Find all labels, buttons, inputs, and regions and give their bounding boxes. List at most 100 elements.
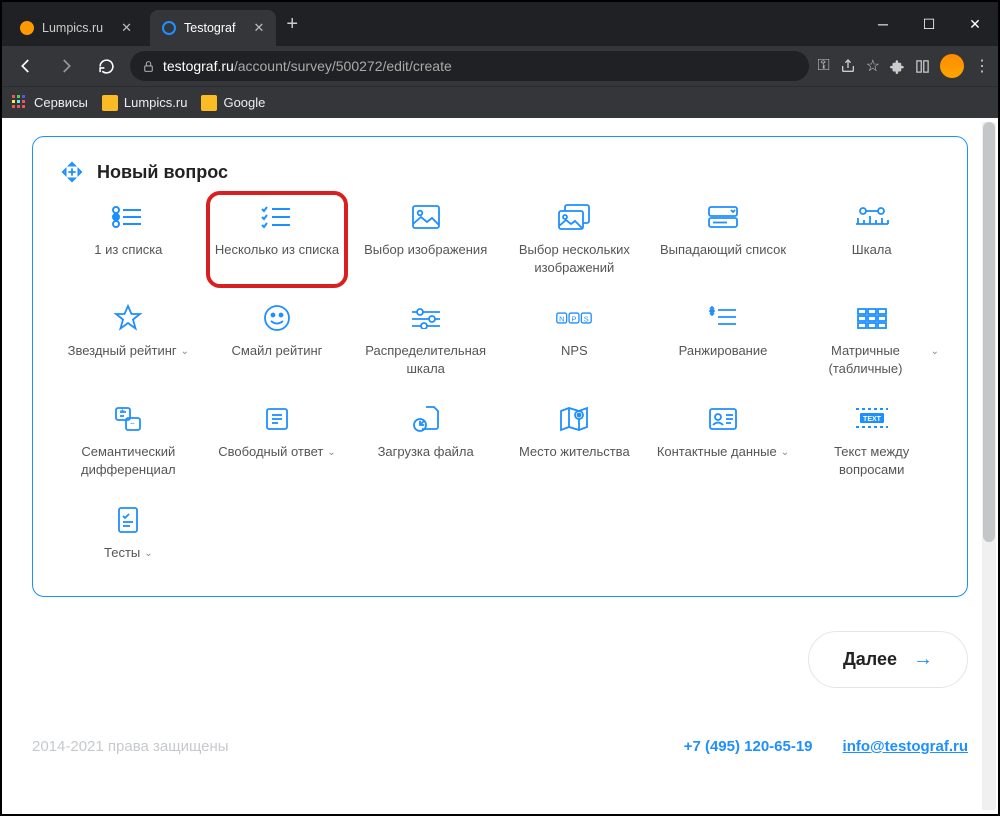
tests-icon [110, 506, 146, 534]
qtype-single-list[interactable]: 1 из списка [61, 203, 196, 276]
qtype-upload[interactable]: Загрузка файла [358, 405, 493, 478]
qtype-label: Свободный ответ [218, 443, 323, 461]
new-tab-button[interactable]: + [276, 9, 308, 40]
qtype-matrix[interactable]: Матричные (табличные)⌄ [804, 304, 939, 377]
qtype-label: Контактные данные [657, 443, 777, 461]
bookmark-label: Lumpics.ru [124, 95, 188, 110]
close-icon[interactable]: ✕ [121, 20, 132, 36]
star-icon[interactable]: ☆ [866, 56, 880, 76]
smile-icon [259, 304, 295, 332]
footer-phone[interactable]: +7 (495) 120-65-19 [684, 738, 813, 755]
favicon-lumpics [20, 21, 34, 35]
url-path: /account/survey/500272/edit/create [234, 58, 452, 74]
qtype-label: Звездный рейтинг [68, 342, 177, 360]
qtype-ranking[interactable]: Ранжирование [656, 304, 791, 377]
qtype-label: Выпадающий список [660, 241, 786, 259]
qtype-label: Распределительная шкала [358, 342, 493, 377]
bookmark-services[interactable]: Сервисы [12, 95, 88, 111]
check-list-icon [259, 203, 295, 231]
scrollbar[interactable] [982, 122, 996, 810]
svg-text:−: − [130, 419, 135, 428]
qtype-contact[interactable]: Контактные данные ⌄ [656, 405, 791, 478]
bookmark-lumpics[interactable]: Lumpics.ru [102, 95, 188, 111]
qtype-scale[interactable]: Шкала [804, 203, 939, 276]
matrix-icon [854, 304, 890, 332]
profile-avatar[interactable] [940, 54, 964, 78]
free-text-icon [259, 405, 295, 433]
bookmark-label: Google [223, 95, 265, 110]
lock-icon [142, 60, 155, 73]
sliders-icon [408, 304, 444, 332]
window-controls: ─ ☐ ✕ [860, 2, 998, 46]
close-icon[interactable]: ✕ [253, 20, 264, 36]
star-icon [110, 304, 146, 332]
qtype-residence[interactable]: Место жительства [507, 405, 642, 478]
titlebar: Lumpics.ru ✕ Testograf ✕ + ─ ☐ ✕ [2, 2, 998, 46]
qtype-label: Семантический дифференциал [61, 443, 196, 478]
apps-icon [12, 95, 28, 111]
qtype-multi-image[interactable]: Выбор нескольких изображений [507, 203, 642, 276]
scrollbar-thumb[interactable] [983, 122, 995, 542]
extensions-icon[interactable] [890, 59, 905, 74]
footer-email[interactable]: info@testograf.ru [843, 738, 968, 755]
tab-testograf[interactable]: Testograf ✕ [150, 10, 276, 46]
qtype-label: Загрузка файла [378, 443, 474, 461]
back-button[interactable] [10, 50, 42, 82]
scale-icon [854, 203, 890, 231]
page-footer: 2014-2021 права защищены +7 (495) 120-65… [32, 728, 968, 779]
qtype-label: Шкала [852, 241, 892, 259]
minimize-button[interactable]: ─ [860, 2, 906, 46]
qtype-semantic[interactable]: +− Семантический дифференциал [61, 405, 196, 478]
tab-title: Lumpics.ru [42, 21, 103, 35]
chevron-down-icon: ⌄ [781, 446, 789, 460]
qtype-image-choice[interactable]: Выбор изображения [358, 203, 493, 276]
next-button[interactable]: Далее → [808, 631, 968, 688]
qtype-star-rating[interactable]: Звездный рейтинг⌄ [61, 304, 196, 377]
qtype-label: Место жительства [519, 443, 630, 461]
qtype-smile-rating[interactable]: Смайл рейтинг [210, 304, 345, 377]
share-icon[interactable] [840, 58, 856, 74]
qtype-dropdown[interactable]: Выпадающий список [656, 203, 791, 276]
ranking-icon [705, 304, 741, 332]
menu-icon[interactable]: ⋮ [974, 56, 990, 76]
maximize-button[interactable]: ☐ [906, 2, 952, 46]
qtype-multi-list[interactable]: Несколько из списка [206, 191, 349, 288]
qtype-distribution-scale[interactable]: Распределительная шкала [358, 304, 493, 377]
contact-icon [705, 405, 741, 433]
reading-list-icon[interactable] [915, 59, 930, 74]
qtype-label: NPS [561, 342, 588, 360]
radio-list-icon [110, 203, 146, 231]
text-between-icon: TEXT [854, 405, 890, 433]
key-icon[interactable]: ⚿ [817, 57, 829, 75]
qtype-text-between[interactable]: TEXT Текст между вопросами [804, 405, 939, 478]
qtype-free-text[interactable]: Свободный ответ⌄ [210, 405, 345, 478]
images-icon [556, 203, 592, 231]
move-icon[interactable] [61, 161, 83, 183]
tab-title: Testograf [184, 21, 235, 35]
bookmark-google[interactable]: Google [201, 95, 265, 111]
copyright: 2014-2021 права защищены [32, 738, 229, 755]
qtype-label: Выбор нескольких изображений [507, 241, 642, 276]
map-pin-icon [556, 405, 592, 433]
url-domain: testograf.ru [163, 58, 234, 74]
nps-icon: NPS [556, 304, 592, 332]
semantic-icon: +− [110, 405, 146, 433]
svg-text:P: P [572, 314, 577, 323]
folder-icon [102, 95, 118, 111]
close-window-button[interactable]: ✕ [952, 2, 998, 46]
panel-title: Новый вопрос [97, 162, 228, 183]
folder-icon [201, 95, 217, 111]
reload-button[interactable] [90, 50, 122, 82]
qtype-label: Выбор изображения [364, 241, 487, 259]
qtype-nps[interactable]: NPS NPS [507, 304, 642, 377]
forward-button[interactable] [50, 50, 82, 82]
question-type-grid: 1 из списка Несколько из списка Выбор из… [61, 203, 939, 562]
tab-lumpics[interactable]: Lumpics.ru ✕ [8, 10, 144, 46]
qtype-tests[interactable]: Тесты⌄ [61, 506, 196, 562]
image-icon [408, 203, 444, 231]
qtype-label: Несколько из списка [215, 241, 339, 259]
qtype-label: Матричные (табличные) [804, 342, 926, 377]
bookmarks-bar: Сервисы Lumpics.ru Google [2, 86, 998, 118]
url-input[interactable]: testograf.ru/account/survey/500272/edit/… [130, 51, 809, 81]
bookmark-label: Сервисы [34, 95, 88, 110]
